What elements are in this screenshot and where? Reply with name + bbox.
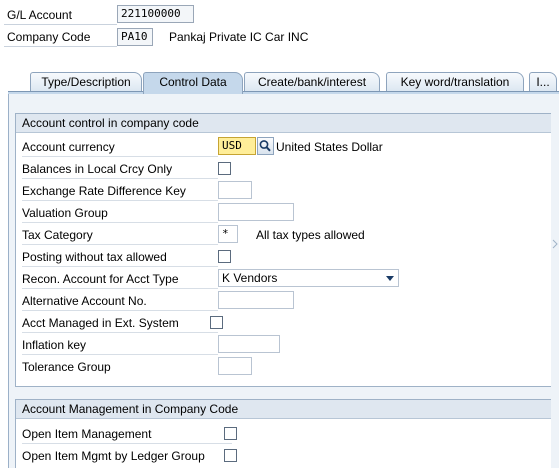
inflation-key-label: Inflation key [22,338,87,352]
exchange-rate-input[interactable] [218,181,252,199]
alternative-account-input[interactable] [218,291,294,309]
acct-managed-ext-label: Acct Managed in Ext. System [22,316,179,330]
posting-without-tax-checkbox[interactable] [218,250,231,263]
balances-local-label: Balances in Local Crcy Only [22,162,173,176]
search-icon [259,140,271,152]
tab-key-word-translation[interactable]: Key word/translation [386,72,524,92]
posting-without-tax-label: Posting without tax allowed [22,250,167,264]
company-name-text: Pankaj Private IC Car INC [169,30,309,44]
tax-category-label: Tax Category [22,228,93,242]
inflation-key-input[interactable] [218,335,280,353]
company-code-field[interactable]: PA10 [117,28,153,46]
recon-account-value: K Vendors [222,271,278,285]
right-edge-strip [551,94,559,468]
currency-search-button[interactable] [257,137,274,155]
tab-panel: Account control in company code Account … [8,94,559,468]
account-control-group: Account control in company code Account … [15,113,552,387]
account-currency-text: United States Dollar [276,140,383,154]
tab-control-data[interactable]: Control Data [143,72,243,94]
header-divider [4,24,117,25]
tax-category-input[interactable]: * [218,225,238,243]
account-currency-label: Account currency [22,140,115,154]
open-item-ledger-checkbox[interactable] [224,449,237,462]
acct-managed-ext-checkbox[interactable] [210,316,223,329]
tab-type-description[interactable]: Type/Description [30,72,142,92]
account-management-title: Account Management in Company Code [16,400,551,419]
tab-more[interactable]: I... [529,72,557,92]
open-item-mgmt-checkbox[interactable] [224,427,237,440]
tolerance-group-label: Tolerance Group [22,360,111,374]
open-item-mgmt-label: Open Item Management [22,427,152,441]
balances-local-checkbox[interactable] [218,162,231,175]
gl-account-label: G/L Account [7,8,72,22]
account-currency-input[interactable]: USD [218,137,256,155]
valuation-group-input[interactable] [218,203,294,221]
company-code-label: Company Code [7,30,91,44]
tab-create-bank-interest[interactable]: Create/bank/interest [244,72,380,92]
chevron-down-icon[interactable] [386,276,394,281]
valuation-group-label: Valuation Group [22,206,108,220]
open-item-ledger-label: Open Item Mgmt by Ledger Group [22,449,205,463]
recon-account-select[interactable]: K Vendors [218,269,399,287]
account-management-group: Account Management in Company Code Open … [15,399,552,468]
tax-category-text: All tax types allowed [256,228,365,242]
recon-account-label: Recon. Account for Acct Type [22,272,179,286]
account-control-title: Account control in company code [16,114,551,133]
chevron-right-icon [552,239,558,249]
exchange-rate-label: Exchange Rate Difference Key [22,184,186,198]
header-divider [4,46,117,47]
tolerance-group-input[interactable] [218,357,252,375]
gl-account-field[interactable]: 221100000 [117,5,194,23]
alternative-account-label: Alternative Account No. [22,294,147,308]
